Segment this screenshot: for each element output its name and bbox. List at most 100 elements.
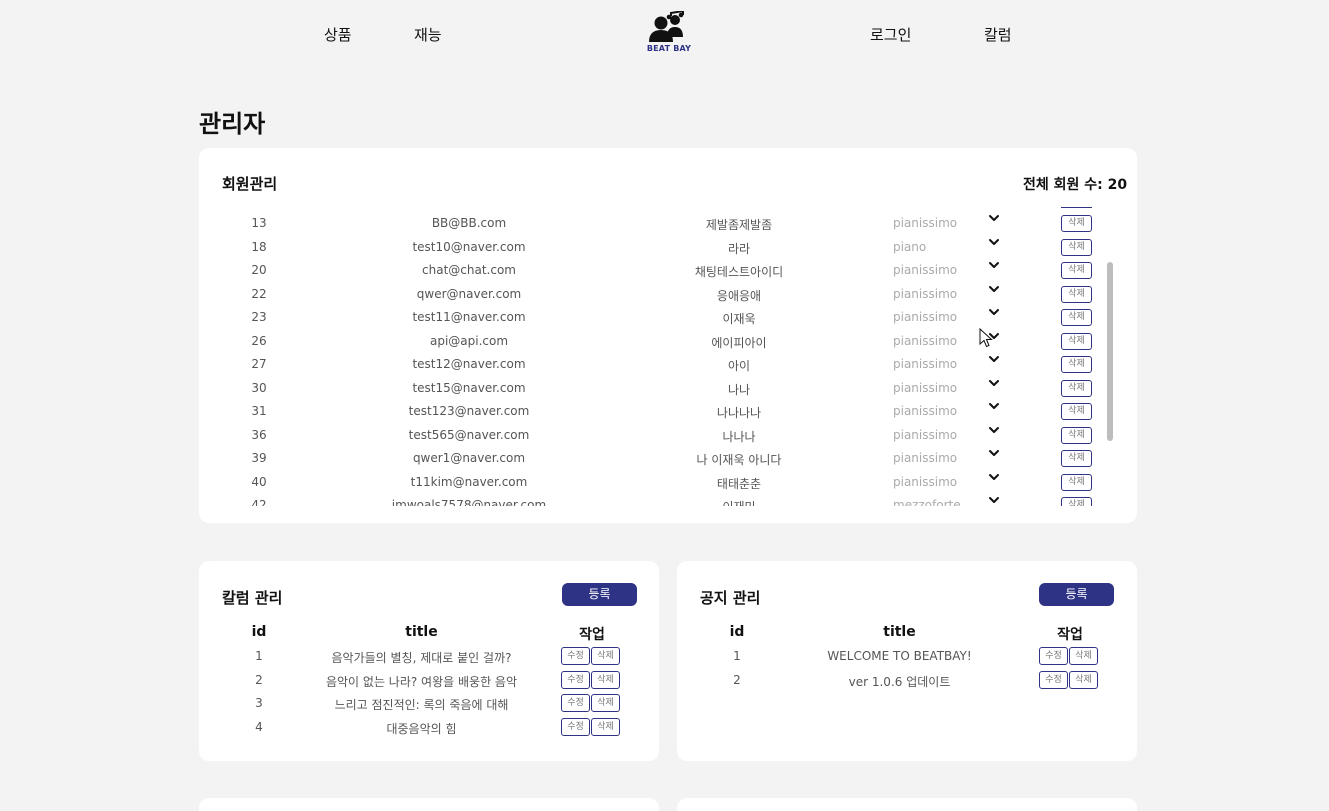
mouse-cursor-icon [979, 328, 993, 348]
chevron-down-icon[interactable] [988, 424, 1002, 439]
column-management-card: 칼럼 관리 등록 id title 작업 1 음악가들의 별칭, 제대로 붙인 걸… [199, 561, 659, 761]
member-grade-select[interactable]: mezzoforte [893, 498, 1003, 506]
member-grade-select[interactable]: pianissimo [893, 428, 1003, 442]
logo-icon [649, 9, 684, 42]
edit-button[interactable]: 수정 [561, 647, 590, 665]
member-list-top-edge [1061, 206, 1092, 208]
member-email: t11kim@naver.com [410, 474, 528, 489]
chevron-down-icon[interactable] [988, 212, 1002, 227]
member-list-scrollbar[interactable] [1107, 262, 1113, 441]
member-grade-select[interactable]: pianissimo [893, 475, 1003, 489]
member-nickname: 제발좀제발좀 [705, 218, 773, 232]
member-id: 18 [251, 239, 267, 254]
row-title[interactable]: 느리고 점진적인: 록의 죽음에 대해 [309, 696, 534, 713]
member-delete-button[interactable]: 삭제 [1061, 379, 1092, 397]
nav-login[interactable]: 로그인 [870, 24, 911, 45]
member-email: test15@naver.com [412, 380, 526, 395]
chevron-down-icon[interactable] [988, 283, 1002, 298]
member-grade-select[interactable]: pianissimo [893, 216, 1003, 230]
chevron-down-icon[interactable] [988, 471, 1002, 486]
table-row: 3 느리고 점진적인: 록의 죽음에 대해 수정 삭제 [199, 692, 659, 715]
edit-button[interactable]: 수정 [1039, 647, 1068, 665]
member-grade-select[interactable]: pianissimo [893, 357, 1003, 371]
member-delete-button[interactable]: 삭제 [1061, 309, 1092, 326]
member-delete-button[interactable]: 삭제 [1061, 450, 1092, 467]
member-email: test565@naver.com [408, 427, 530, 442]
member-nickname: 에이피아이 [711, 335, 767, 350]
member-grade-select[interactable]: piano [893, 240, 1003, 254]
member-delete-button[interactable]: 삭제 [1061, 426, 1092, 444]
member-grade-select[interactable]: pianissimo [893, 287, 1003, 301]
member-grade-select[interactable]: pianissimo [893, 263, 1003, 277]
beatbay-logo[interactable]: BEAT BAY [646, 9, 692, 55]
delete-button[interactable]: 삭제 [591, 647, 620, 665]
member-delete-button[interactable]: 삭제 [1061, 403, 1092, 420]
chevron-down-icon[interactable] [988, 306, 1002, 321]
delete-button[interactable]: 삭제 [591, 694, 620, 712]
notice-header-action: 작업 [1057, 627, 1083, 643]
member-nickname: 나나나 [722, 429, 756, 444]
member-nickname: 태태춘춘 [716, 476, 762, 491]
delete-button[interactable]: 삭제 [591, 670, 620, 689]
nav-talents[interactable]: 재능 [414, 24, 442, 45]
member-row: 23 test11@naver.com 이재욱 pianissimo 삭제 [199, 306, 1137, 329]
member-row: 42 jmwoals7578@naver.com 이재민 mezzoforte 삭제 [199, 494, 1137, 506]
chevron-down-icon[interactable] [988, 494, 1002, 506]
member-row: 40 t11kim@naver.com 태태춘춘 pianissimo 삭제 [199, 471, 1137, 494]
row-title[interactable]: ver 1.0.6 업데이트 [787, 673, 1012, 690]
chevron-down-icon[interactable] [988, 447, 1002, 462]
member-id: 26 [251, 333, 267, 348]
member-delete-button[interactable]: 삭제 [1061, 262, 1092, 279]
chevron-down-icon[interactable] [988, 353, 1002, 368]
member-id: 27 [251, 357, 267, 371]
page-title: 관리자 [199, 110, 266, 138]
member-nickname: 이재민 [639, 498, 839, 506]
lower-right-card [677, 798, 1137, 811]
column-register-button[interactable]: 등록 [562, 583, 637, 606]
nav-products[interactable]: 상품 [324, 24, 352, 45]
row-title[interactable]: 음악가들의 별칭, 제대로 붙인 걸까? [309, 649, 534, 666]
row-title[interactable]: 음악이 없는 나라? 여왕을 배웅한 음악 [309, 673, 534, 690]
member-row: 18 test10@naver.com 라라 piano 삭제 [199, 236, 1137, 259]
edit-button[interactable]: 수정 [561, 694, 590, 712]
member-delete-button[interactable]: 삭제 [1061, 285, 1092, 303]
member-grade-select[interactable]: pianissimo [893, 404, 1003, 418]
edit-button[interactable]: 수정 [561, 670, 590, 689]
delete-button[interactable]: 삭제 [1069, 670, 1098, 689]
member-delete-button[interactable]: 삭제 [1061, 238, 1092, 256]
member-grade-select[interactable]: pianissimo [893, 310, 1003, 324]
table-row: 1 WELCOME TO BEATBAY! 수정 삭제 [677, 645, 1137, 668]
member-email: test11@naver.com [412, 310, 526, 324]
chevron-down-icon[interactable] [988, 259, 1002, 274]
row-title[interactable]: WELCOME TO BEATBAY! [787, 649, 1012, 663]
member-email: BB@BB.com [431, 216, 507, 230]
delete-button[interactable]: 삭제 [1069, 647, 1098, 665]
chevron-down-icon[interactable] [988, 236, 1002, 251]
chevron-down-icon[interactable] [988, 400, 1002, 415]
table-row: 2 ver 1.0.6 업데이트 수정 삭제 [677, 669, 1137, 692]
top-nav: 상품 재능 BEAT BAY 로그인 칼럼 [0, 0, 1329, 70]
member-row: 39 qwer1@naver.com 나 이재욱 아니다 pianissimo 삭제 [199, 447, 1137, 470]
nav-column[interactable]: 칼럼 [984, 24, 1012, 45]
member-management-card: 회원관리 전체 회원 수: 20 13 BB@BB.com 제발좀제발좀 pianis… [199, 148, 1137, 523]
member-list[interactable]: 13 BB@BB.com 제발좀제발좀 pianissimo 삭제 18 test10@na… [199, 206, 1137, 506]
member-grade-select[interactable]: pianissimo [893, 451, 1003, 465]
member-grade-select[interactable]: pianissimo [893, 381, 1003, 395]
edit-button[interactable]: 수정 [561, 717, 590, 736]
member-delete-button[interactable]: 삭제 [1061, 473, 1092, 491]
member-delete-button[interactable]: 삭제 [1061, 356, 1092, 373]
notice-register-button[interactable]: 등록 [1039, 583, 1114, 606]
member-id: 36 [251, 427, 267, 442]
member-delete-button[interactable]: 삭제 [1061, 332, 1092, 350]
row-title[interactable]: 대중음악의 힘 [309, 720, 534, 737]
row-id: 2 [255, 672, 263, 687]
column-management-title: 칼럼 관리 [222, 589, 283, 607]
member-email: qwer1@naver.com [412, 451, 526, 465]
member-row: 27 test12@naver.com 아이 pianissimo 삭제 [199, 353, 1137, 376]
chevron-down-icon[interactable] [988, 377, 1002, 392]
member-id: 23 [251, 310, 267, 324]
member-delete-button[interactable]: 삭제 [1061, 497, 1092, 506]
member-delete-button[interactable]: 삭제 [1061, 215, 1092, 232]
delete-button[interactable]: 삭제 [591, 717, 620, 736]
edit-button[interactable]: 수정 [1039, 670, 1068, 689]
